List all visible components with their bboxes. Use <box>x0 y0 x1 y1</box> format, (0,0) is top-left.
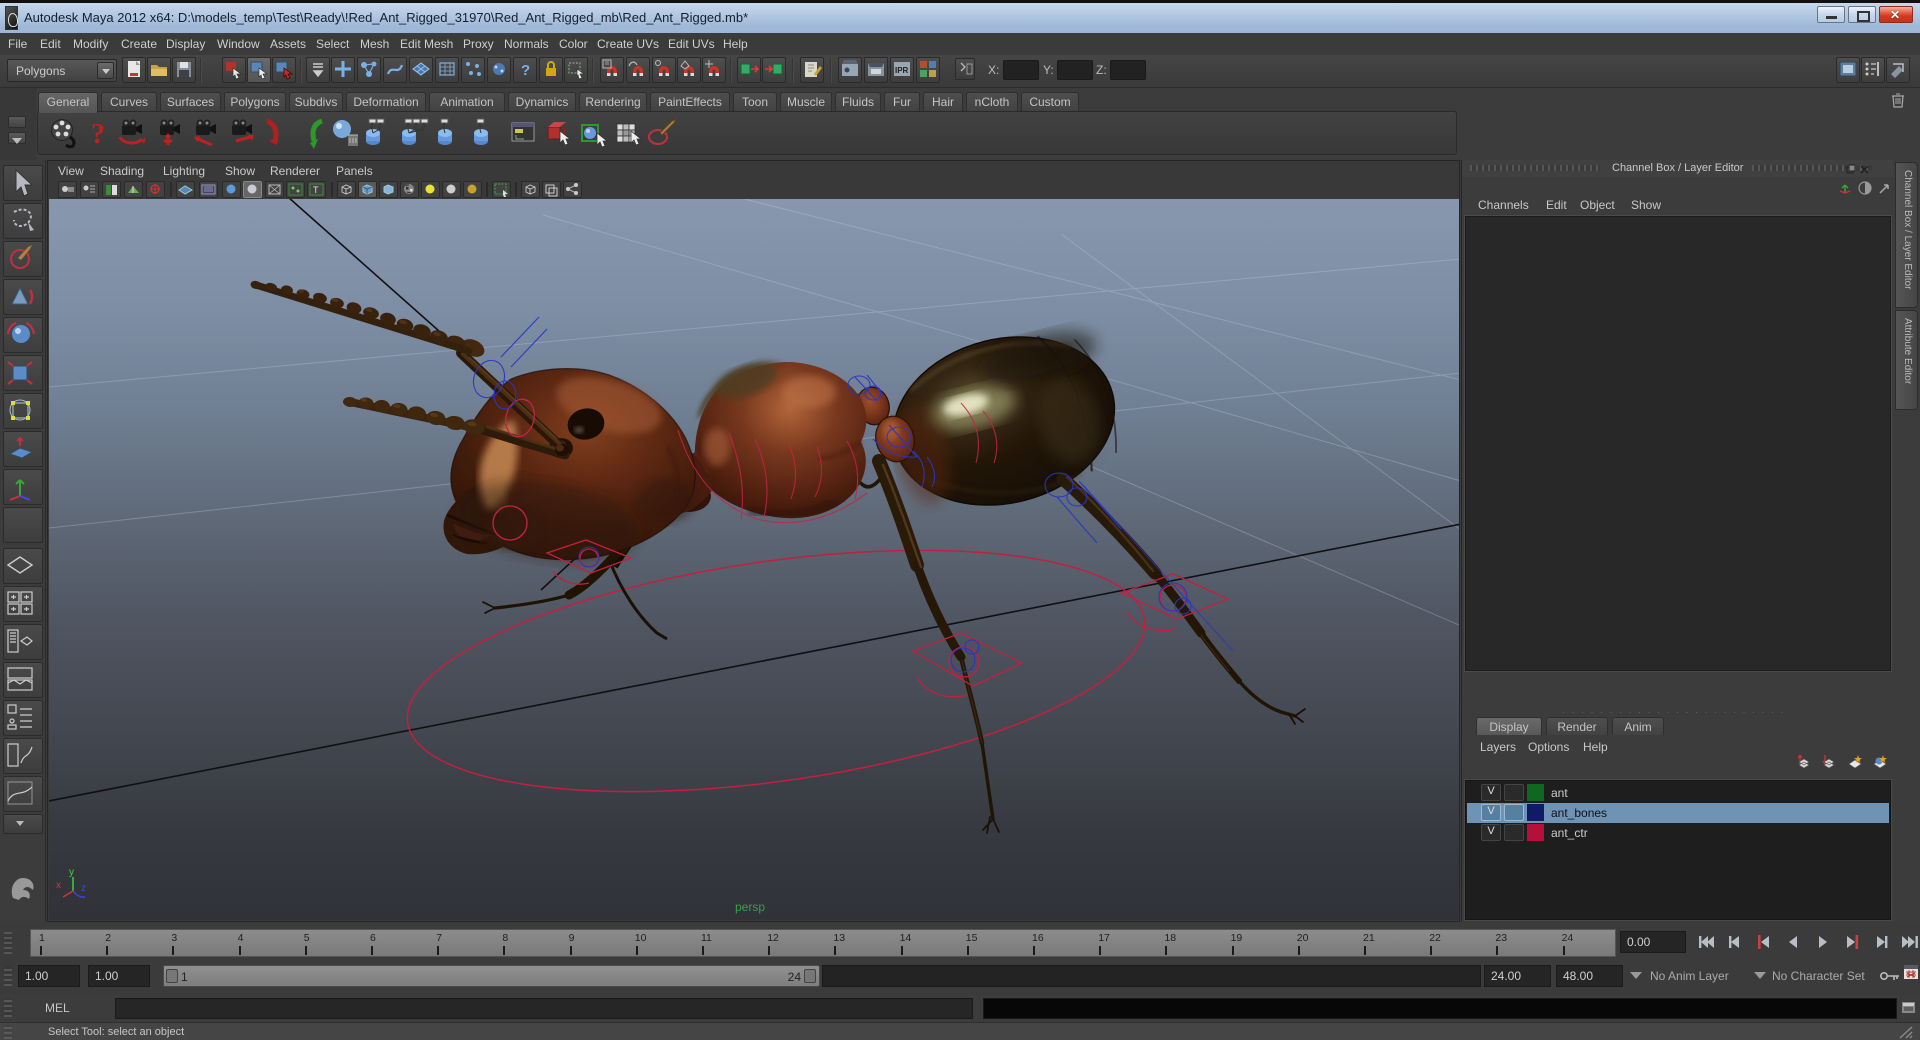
svg-text:?: ? <box>521 62 530 79</box>
svg-text:x: x <box>56 880 61 891</box>
svg-text:z: z <box>81 883 86 894</box>
svg-text:y: y <box>69 867 74 878</box>
svg-text:IPR: IPR <box>895 66 909 75</box>
svg-text:T: T <box>313 185 319 195</box>
svg-text:?: ? <box>91 119 105 150</box>
svg-text:persp: persp <box>735 900 765 914</box>
